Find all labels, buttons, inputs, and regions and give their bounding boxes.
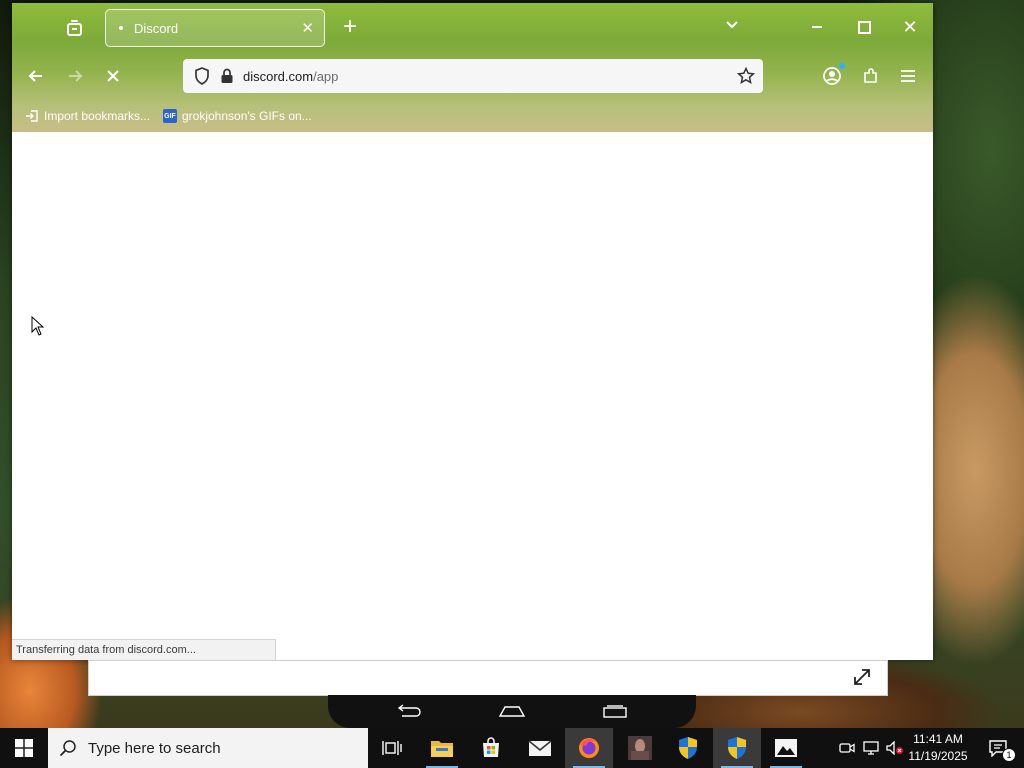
bookmark-label: grokjohnson's GIFs on... (182, 109, 312, 123)
stop-icon (107, 70, 119, 82)
browser-window: Discord ✕ + ✕ discord.com/app Import boo… (12, 3, 933, 660)
back-arrow-icon (397, 704, 421, 717)
microsoft-store-button[interactable] (467, 728, 515, 768)
back-button[interactable] (23, 64, 49, 88)
forward-button[interactable] (62, 64, 88, 88)
mouse-pointer-icon (31, 316, 45, 336)
background-window[interactable] (88, 660, 888, 696)
clock-time: 11:41 AM (913, 732, 963, 746)
volume-button[interactable] (884, 728, 906, 768)
account-notification-dot (839, 63, 845, 69)
task-view-icon (382, 741, 402, 755)
import-icon (25, 109, 39, 123)
shield-icon[interactable] (193, 67, 211, 85)
uac-shield-icon (728, 737, 746, 759)
url-text[interactable]: discord.com/app (243, 69, 737, 84)
network-icon (863, 741, 879, 755)
device-navigation-bar (328, 695, 696, 728)
system-clock[interactable]: 11:41 AM 11/19/2025 (905, 731, 971, 765)
bookmarks-toolbar: Import bookmarks... GIF grokjohnson's GI… (12, 100, 933, 132)
tab-discord[interactable]: Discord ✕ (105, 9, 325, 47)
action-center-button[interactable]: 1 (978, 728, 1018, 768)
star-icon[interactable] (737, 67, 755, 85)
tab-strip: Discord ✕ + ✕ (12, 3, 933, 53)
task-view-button[interactable] (368, 728, 416, 768)
windows-logo-icon (15, 739, 33, 757)
minimize-button[interactable] (805, 15, 829, 39)
close-window-button[interactable]: ✕ (898, 15, 922, 39)
tab-close-icon[interactable]: ✕ (301, 19, 314, 37)
loading-dot-icon (119, 26, 123, 30)
browser-toolbar: Discord ✕ + ✕ discord.com/app Import boo… (12, 3, 933, 132)
notification-count-badge: 1 (1002, 748, 1016, 762)
mail-button[interactable] (516, 728, 564, 768)
account-icon (823, 67, 841, 85)
firefox-icon (579, 738, 599, 758)
page-content[interactable]: Transferring data from discord.com... (12, 132, 933, 660)
start-button[interactable] (0, 728, 48, 768)
stop-loading-button[interactable] (100, 64, 126, 88)
clock-date: 11/19/2025 (908, 749, 968, 763)
navigation-bar: discord.com/app (12, 53, 933, 99)
search-placeholder: Type here to search (88, 739, 221, 757)
recents-icon (603, 705, 627, 718)
expand-icon[interactable] (851, 666, 873, 688)
uac-shield-icon (679, 737, 697, 759)
arrow-left-icon (28, 70, 42, 82)
hamburger-icon (901, 70, 915, 82)
photos-icon (775, 739, 797, 757)
bookmark-gifs[interactable]: GIF grokjohnson's GIFs on... (163, 107, 312, 125)
arrow-right-icon (69, 70, 83, 82)
security-shield-button-2[interactable] (713, 728, 761, 768)
new-tab-button[interactable]: + (338, 13, 362, 41)
puzzle-icon (864, 68, 877, 83)
nav-recents-button[interactable] (600, 701, 630, 721)
lock-icon[interactable] (219, 67, 235, 85)
camera-icon (839, 743, 855, 753)
url-host: discord.com (243, 68, 314, 84)
chevron-down-icon[interactable] (724, 16, 740, 32)
store-icon (483, 737, 499, 757)
address-bar[interactable]: discord.com/app (183, 59, 763, 93)
network-button[interactable] (860, 728, 882, 768)
security-shield-button[interactable] (664, 728, 712, 768)
maximize-button[interactable] (852, 15, 876, 39)
url-path: /app (313, 68, 339, 84)
firefox-button[interactable] (565, 728, 613, 768)
taskbar-search[interactable]: Type here to search (48, 728, 368, 768)
account-button[interactable] (821, 63, 845, 87)
nav-back-button[interactable] (393, 701, 423, 721)
folder-icon (431, 741, 453, 757)
extensions-button[interactable] (860, 65, 882, 87)
list-all-tabs-button[interactable] (62, 17, 86, 41)
gif-icon: GIF (163, 109, 177, 123)
volume-muted-icon (886, 741, 903, 755)
search-icon (58, 738, 78, 758)
home-icon (498, 706, 526, 717)
mail-icon (528, 740, 552, 756)
photos-button[interactable] (762, 728, 810, 768)
meet-now-button[interactable] (836, 728, 858, 768)
status-panel: Transferring data from discord.com... (12, 639, 276, 660)
file-explorer-button[interactable] (418, 728, 466, 768)
bookmark-import[interactable]: Import bookmarks... (25, 107, 150, 125)
tabs-icon (66, 19, 82, 36)
taskbar: Type here to search 11:41 AM 11/19/2025 … (0, 728, 1024, 768)
bookmark-label: Import bookmarks... (44, 109, 151, 123)
tab-title: Discord (134, 20, 179, 36)
media-app-button[interactable] (616, 728, 664, 768)
gif-badge: GIF (163, 109, 177, 123)
image-thumbnail-icon (628, 736, 652, 760)
nav-home-button[interactable] (497, 701, 527, 721)
menu-button[interactable] (897, 65, 919, 87)
